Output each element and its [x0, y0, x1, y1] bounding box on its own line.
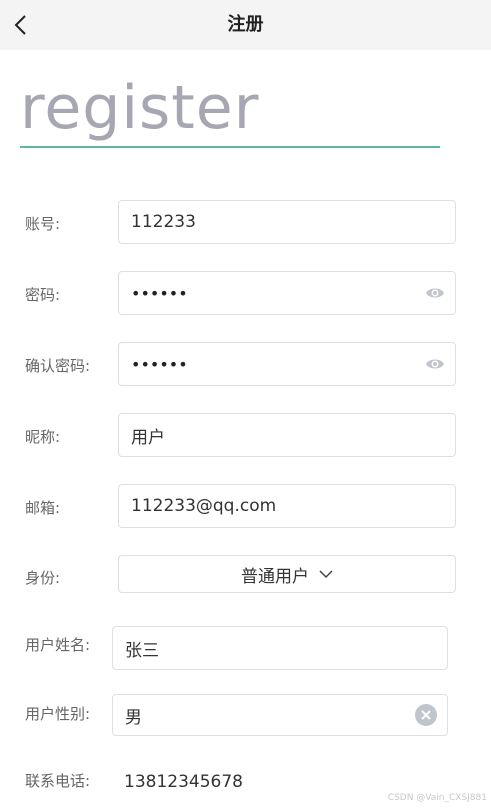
back-button[interactable]: [0, 0, 40, 50]
gender-label: 用户性别:: [25, 705, 91, 723]
account-value: 112233: [131, 212, 196, 232]
clear-icon[interactable]: [415, 704, 437, 726]
nickname-value: 用户: [131, 427, 165, 448]
chevron-down-icon: [319, 569, 333, 578]
hero-title: register: [20, 73, 260, 143]
eye-icon[interactable]: [425, 284, 445, 302]
identity-value: 普通用户: [241, 566, 309, 587]
identity-label: 身份:: [25, 569, 61, 587]
gender-value: 男: [125, 707, 142, 728]
nickname-input[interactable]: 用户: [118, 413, 456, 457]
email-value: 112233@qq.com: [131, 496, 277, 516]
confirm-password-value: ••••••: [131, 354, 188, 374]
account-label: 账号:: [25, 215, 61, 233]
phone-value[interactable]: 13812345678: [124, 772, 243, 792]
page-title: 注册: [227, 14, 264, 35]
email-label: 邮箱:: [25, 499, 61, 517]
eye-icon[interactable]: [425, 355, 445, 373]
password-input[interactable]: ••••••: [118, 271, 456, 315]
realname-value: 张三: [125, 640, 159, 661]
password-label: 密码:: [25, 286, 61, 304]
email-input[interactable]: 112233@qq.com: [118, 484, 456, 528]
password-value: ••••••: [131, 283, 188, 303]
identity-select[interactable]: 普通用户: [118, 555, 456, 593]
hero-underline: [20, 146, 440, 148]
gender-input[interactable]: 男: [112, 694, 448, 736]
account-input[interactable]: 112233: [118, 200, 456, 244]
phone-label: 联系电话:: [25, 772, 91, 790]
realname-label: 用户姓名:: [25, 636, 91, 654]
nav-bar: 注册: [0, 0, 491, 50]
nickname-label: 昵称:: [25, 428, 61, 446]
realname-input[interactable]: 张三: [112, 626, 448, 670]
confirm-password-input[interactable]: ••••••: [118, 342, 456, 386]
watermark: CSDN @Vain_CXSJ881: [387, 793, 487, 803]
chevron-left-icon: [14, 15, 26, 35]
confirm-password-label: 确认密码:: [25, 357, 91, 375]
